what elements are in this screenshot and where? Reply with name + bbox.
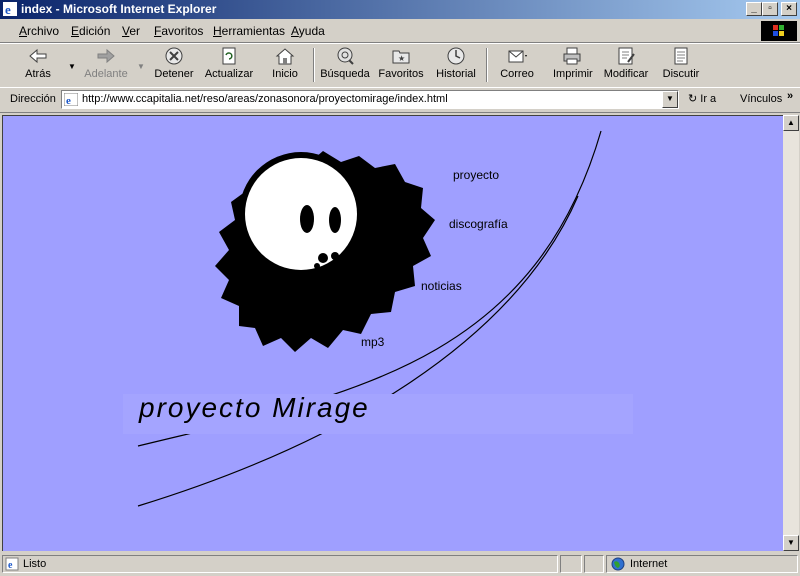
mail-icon (508, 50, 527, 63)
search-icon (337, 47, 354, 65)
address-input[interactable]: e http://www.ccapitalia.net/reso/areas/z… (61, 90, 679, 109)
discuss-icon (674, 47, 688, 65)
address-label: Dirección (10, 93, 56, 105)
close-button[interactable]: × (781, 2, 797, 16)
favorites-folder-icon: ★ (392, 50, 410, 64)
print-button[interactable]: Imprimir (553, 46, 593, 84)
home-button[interactable]: Inicio (268, 46, 302, 84)
refresh-button[interactable]: Actualizar (204, 46, 254, 84)
status-zone-pane: Internet (606, 555, 798, 573)
logo-text: proyecto Mirage (139, 392, 370, 423)
standard-toolbar: Atrás ▼ Adelante ▼ Detener Actualizar In… (0, 43, 800, 88)
forward-button[interactable]: Adelante (82, 46, 130, 84)
windows-logo-icon (761, 21, 797, 41)
ie-logo-icon: e (3, 2, 17, 16)
mail-button[interactable]: Correo (498, 46, 536, 84)
forward-label: Adelante (84, 68, 128, 80)
back-label: Atrás (25, 68, 51, 80)
status-bar: e Listo Internet (0, 553, 800, 576)
window-title: index - Microsoft Internet Explorer (21, 2, 217, 16)
gear-mascot-icon (215, 151, 435, 352)
menu-ayuda[interactable]: Ayuda (291, 24, 325, 38)
title-bar: e index - Microsoft Internet Explorer _ … (0, 0, 800, 19)
toolbar-separator (486, 48, 488, 82)
globe-icon (611, 557, 625, 571)
svg-text:e: e (8, 560, 13, 571)
favorites-button[interactable]: ★ Favoritos (378, 46, 424, 84)
links-chevron-icon[interactable]: » (787, 90, 793, 102)
nav-link-mp3[interactable]: mp3 (361, 335, 384, 349)
links-button[interactable]: Vínculos (740, 93, 782, 105)
stop-button[interactable]: Detener (153, 46, 195, 84)
scroll-down-button[interactable]: ▼ (783, 535, 799, 551)
nav-link-discografia[interactable]: discografía (449, 217, 508, 231)
status-progress-pane (560, 555, 582, 573)
page-icon: e (64, 93, 78, 106)
stop-icon (165, 47, 183, 65)
address-dropdown-icon[interactable]: ▼ (662, 91, 678, 108)
address-url: http://www.ccapitalia.net/reso/areas/zon… (82, 93, 448, 105)
search-label: Búsqueda (320, 68, 370, 80)
page-status-icon: e (5, 557, 19, 571)
svg-text:e: e (66, 95, 71, 106)
back-arrow-icon (29, 48, 47, 64)
minimize-button[interactable]: _ (746, 2, 762, 16)
edit-page-icon (618, 47, 635, 65)
discuss-button[interactable]: Discutir (661, 46, 701, 84)
status-main-pane: e Listo (2, 555, 558, 573)
forward-arrow-icon (97, 48, 115, 64)
menu-favoritos[interactable]: Favoritos (154, 24, 203, 38)
status-security-pane (584, 555, 604, 573)
history-button[interactable]: Historial (435, 46, 477, 84)
edit-label: Modificar (603, 68, 649, 80)
nav-link-noticias[interactable]: noticias (421, 279, 462, 293)
svg-text:e: e (5, 2, 11, 16)
menu-herramientas[interactable]: Herramientas (213, 24, 285, 38)
stop-label: Detener (154, 68, 194, 80)
back-button[interactable]: Atrás (18, 46, 58, 84)
page-artwork (123, 130, 633, 507)
printer-icon (563, 47, 581, 65)
print-label: Imprimir (553, 68, 593, 80)
vertical-scrollbar[interactable]: ▲ ▼ (783, 115, 799, 551)
menu-edicion[interactable]: Edición (71, 24, 110, 38)
maximize-button[interactable]: ▫ (762, 2, 778, 16)
page-content: proyecto Mirage proyecto discografía not… (2, 115, 783, 551)
forward-dropdown-icon[interactable]: ▼ (137, 62, 145, 71)
home-label: Inicio (272, 68, 298, 80)
menu-ver[interactable]: Ver (122, 24, 140, 38)
nav-link-proyecto[interactable]: proyecto (453, 168, 499, 182)
menu-archivo[interactable]: Archivo (19, 24, 59, 38)
favorites-label: Favoritos (378, 68, 424, 80)
edit-button[interactable]: Modificar (603, 46, 649, 84)
refresh-icon (222, 47, 236, 65)
back-dropdown-icon[interactable]: ▼ (68, 62, 76, 71)
svg-text:★: ★ (398, 54, 405, 63)
refresh-label: Actualizar (204, 68, 254, 80)
status-zone-text: Internet (630, 558, 668, 570)
go-label: Ir a (700, 93, 717, 105)
menu-bar: Archivo Edición Ver Favoritos Herramient… (0, 20, 800, 43)
history-label: Historial (436, 68, 476, 80)
address-bar: Dirección e http://www.ccapitalia.net/re… (0, 87, 800, 113)
scroll-up-button[interactable]: ▲ (783, 115, 799, 131)
status-text: Listo (23, 558, 47, 570)
mail-label: Correo (500, 68, 534, 80)
go-button[interactable]: ↻ Ir a (688, 92, 716, 105)
search-button[interactable]: Búsqueda (320, 46, 370, 84)
home-icon (275, 48, 295, 65)
toolbar-separator (313, 48, 315, 82)
go-arrow-icon: ↻ (688, 93, 698, 105)
history-icon (447, 47, 465, 65)
discuss-label: Discutir (662, 68, 700, 80)
